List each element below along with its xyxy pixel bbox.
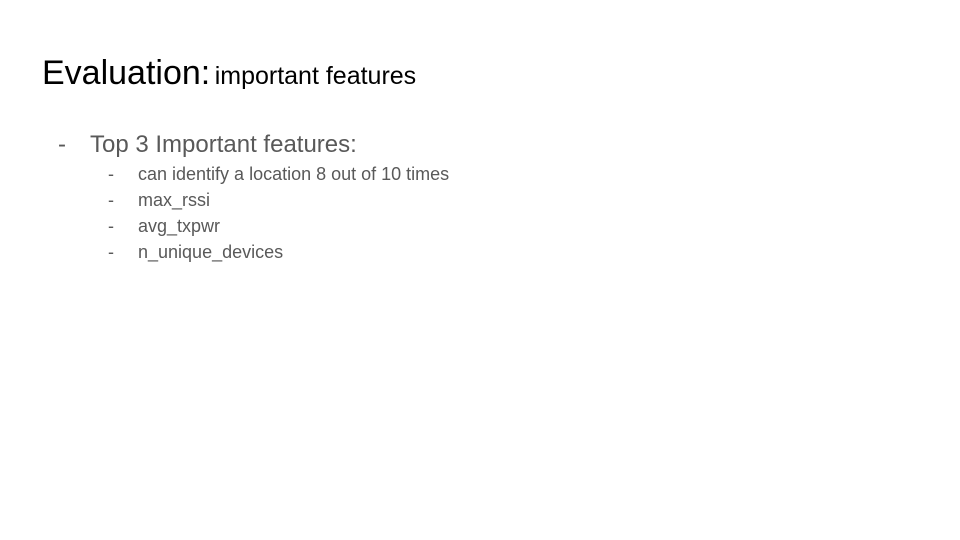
- slide: Evaluation: important features - Top 3 I…: [0, 0, 960, 540]
- sub-bullet-label: can identify a location 8 out of 10 time…: [138, 164, 450, 184]
- title-subtitle: important features: [214, 62, 417, 90]
- sub-bullet-item: - can identify a location 8 out of 10 ti…: [108, 161, 449, 187]
- sub-bullet-item: - max_rssi: [108, 187, 449, 213]
- bullet-label: Top 3 Important features:: [90, 131, 357, 158]
- sub-bullet-marker: -: [108, 164, 114, 184]
- sub-bullet-item: - n_unique_devices: [108, 239, 449, 265]
- bullet-row: - Top 3 Important features:: [58, 131, 449, 161]
- sub-bullet-label: max_rssi: [138, 190, 211, 210]
- sub-bullet-item: - avg_txpwr: [108, 213, 449, 239]
- sub-bullet-list: - can identify a location 8 out of 10 ti…: [58, 161, 449, 265]
- sub-bullet-label: avg_txpwr: [138, 216, 221, 236]
- sub-bullet-marker: -: [108, 216, 114, 236]
- bullet-list: - Top 3 Important features: - can identi…: [58, 131, 449, 265]
- bullet-marker: -: [58, 131, 66, 158]
- sub-bullet-marker: -: [108, 242, 114, 262]
- sub-bullet-label: n_unique_devices: [138, 242, 284, 262]
- slide-title: Evaluation: important features: [42, 56, 416, 90]
- sub-bullet-marker: -: [108, 190, 114, 210]
- title-main: Evaluation:: [42, 54, 211, 92]
- bullet-item: - Top 3 Important features: - can identi…: [58, 131, 449, 265]
